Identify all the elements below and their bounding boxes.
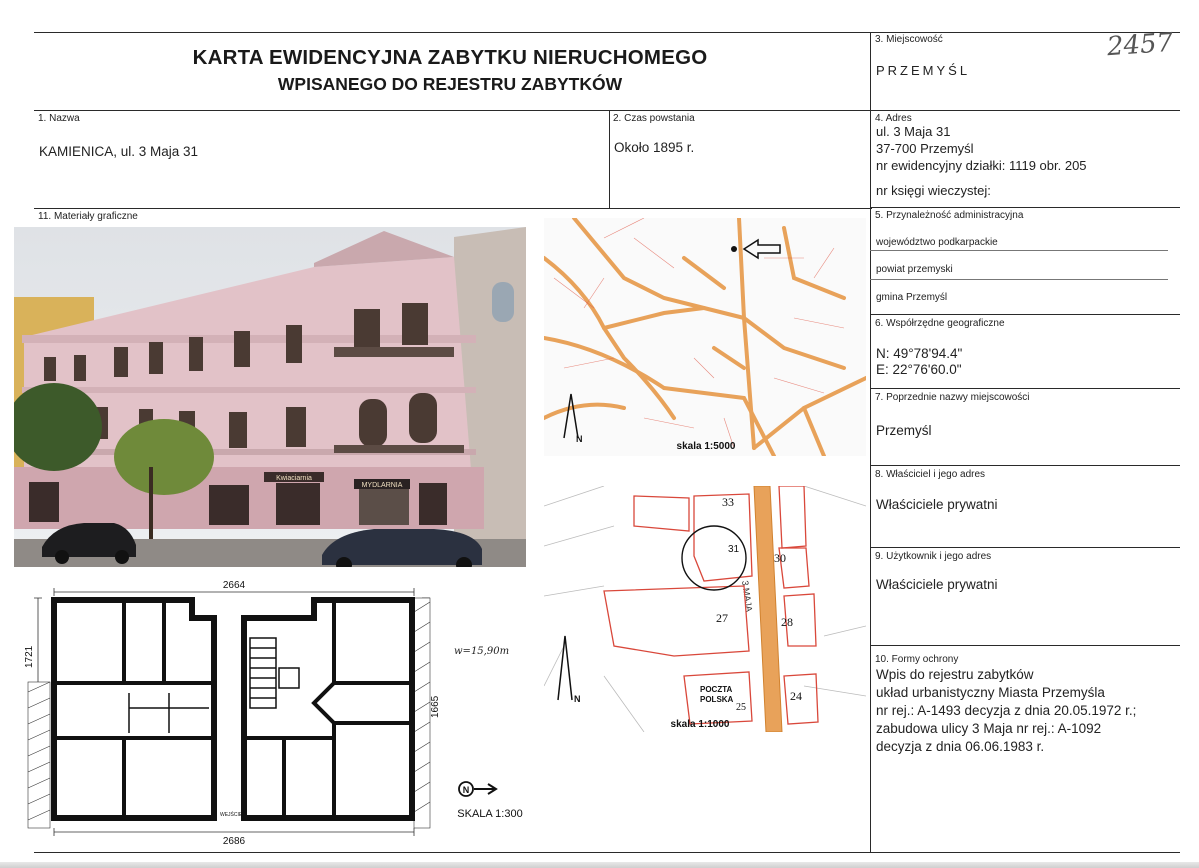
rule-field4-bottom xyxy=(870,207,1180,208)
field2-value: Około 1895 r. xyxy=(614,140,695,155)
location-map-1-5000: N skala 1:5000 xyxy=(544,218,866,456)
rule-top xyxy=(34,32,1180,33)
rule-header-bottom xyxy=(34,110,1180,111)
field6-latitude: N: 49°78'94.4" xyxy=(876,346,963,361)
plan-dimension-top: 2664 xyxy=(223,580,246,591)
street-network-map: N skala 1:5000 xyxy=(544,218,866,456)
parcel-number-25: 25 xyxy=(736,702,746,713)
rule-field10-bottom xyxy=(870,852,1180,853)
rule-field1-2 xyxy=(609,110,610,208)
field1-value: KAMIENICA, ul. 3 Maja 31 xyxy=(39,144,199,159)
shop-sign-kwiaciarnia: Kwiaciarnia xyxy=(276,475,312,482)
parcel-number-31: 31 xyxy=(728,544,740,555)
rule-field7-bottom xyxy=(870,465,1180,466)
shop-sign-mydlarnia: MYDLARNIA xyxy=(362,482,403,489)
floor-plan: 2664 2686 1721 1665 WEJŚCIE w=15,90m N S… xyxy=(14,578,534,848)
field7-value: Przemyśl xyxy=(876,423,932,438)
floor-plan-drawing: 2664 2686 1721 1665 WEJŚCIE w=15,90m N S… xyxy=(24,580,523,847)
location-arrow-icon xyxy=(742,238,781,260)
field10-line2: układ urbanistyczny Miasta Przemyśla xyxy=(876,685,1105,700)
plan-area-note: w=15,90m xyxy=(454,646,509,657)
north-arrow-icon xyxy=(474,783,498,795)
plan-dimension-left: 1721 xyxy=(24,645,35,668)
field1-label: 1. Nazwa xyxy=(38,113,80,124)
field7-label: 7. Poprzednie nazwy miejscowości xyxy=(875,392,1030,403)
post-office-label-2: POLSKA xyxy=(700,695,734,704)
rule-bottom xyxy=(34,852,872,853)
field8-value: Właściciele prywatni xyxy=(876,497,998,512)
field8-label: 8. Właściciel i jego adres xyxy=(875,469,986,480)
field5-line2: powiat przemyski xyxy=(876,264,953,275)
map2-north-label: N xyxy=(574,694,581,704)
post-office-label-1: POCZTA xyxy=(700,685,733,694)
field11-label: 11. Materiały graficzne xyxy=(38,211,138,222)
field10-line4: zabudowa ulicy 3 Maja nr rej.: A-1092 xyxy=(876,721,1102,736)
rule-field5-sub2 xyxy=(870,279,1168,280)
field5-line1: województwo podkarpackie xyxy=(876,237,998,248)
rule-row1-bottom xyxy=(34,208,872,209)
rule-field9-bottom xyxy=(870,645,1180,646)
field6-longitude: E: 22°76'60.0" xyxy=(876,362,962,377)
plan-dimension-bottom: 2686 xyxy=(223,836,246,847)
scan-bottom-edge xyxy=(0,862,1199,868)
card-title: KARTA EWIDENCYJNA ZABYTKU NIERUCHOMEGO xyxy=(192,46,708,69)
field10-label: 10. Formy ochrony xyxy=(875,654,959,665)
map1-north-label: N xyxy=(576,434,583,444)
field4-line2: 37-700 Przemyśl xyxy=(876,141,974,156)
field6-label: 6. Współrzędne geograficzne xyxy=(875,318,1005,329)
parcel-number-24: 24 xyxy=(790,689,802,703)
field4-label: 4. Adres xyxy=(875,113,912,124)
plan-scale: SKALA 1:300 xyxy=(457,808,522,820)
plan-entrance-label: WEJŚCIE xyxy=(220,810,243,818)
field10-line5: decyzja z dnia 06.06.1983 r. xyxy=(876,739,1045,754)
parcel-number-27: 27 xyxy=(716,611,728,625)
building-photo-illustration: Kwiaciarnia MYDLARNIA xyxy=(14,227,526,567)
parcel-map: 3 MAJA 33 31 30 27 28 24 25 POCZTA POLSK… xyxy=(544,486,866,732)
building-photo: Kwiaciarnia MYDLARNIA xyxy=(14,227,526,567)
parcel-number-30: 30 xyxy=(774,551,786,565)
field4-line1: ul. 3 Maja 31 xyxy=(876,124,951,139)
field2-label: 2. Czas powstania xyxy=(613,113,695,124)
rule-field6-bottom xyxy=(870,388,1180,389)
field9-label: 9. Użytkownik i jego adres xyxy=(875,551,992,562)
field3-label: 3. Miejscowość xyxy=(875,34,943,45)
rule-field8-bottom xyxy=(870,547,1180,548)
field5-line3: gmina Przemyśl xyxy=(876,292,948,303)
parcel-number-28: 28 xyxy=(781,615,793,629)
cadastral-map-1-1000: 3 MAJA 33 31 30 27 28 24 25 POCZTA POLSK… xyxy=(544,486,866,732)
plan-dimension-right: 1665 xyxy=(430,695,441,718)
parcel-number-33: 33 xyxy=(722,495,734,509)
field9-value: Właściciele prywatni xyxy=(876,577,998,592)
rule-field5-bottom xyxy=(870,314,1180,315)
map1-scale: skala 1:5000 xyxy=(677,441,736,452)
rule-main-vertical xyxy=(870,32,871,852)
street-label-3-maja: 3 MAJA xyxy=(740,580,754,613)
field5-label: 5. Przynależność administracyjna xyxy=(875,210,1024,221)
field10-line1: Wpis do rejestru zabytków xyxy=(876,667,1034,682)
plan-north-label: N xyxy=(463,785,470,795)
handwritten-registry-number: 2457 xyxy=(1105,27,1174,63)
rule-field5-sub1 xyxy=(870,250,1168,251)
field10-line3: nr rej.: A-1493 decyzja z dnia 20.05.197… xyxy=(876,703,1137,718)
map2-scale: skala 1:1000 xyxy=(671,719,730,730)
card-subtitle: WPISANEGO DO REJESTRU ZABYTKÓW xyxy=(277,74,623,94)
field4-line4: nr księgi wieczystej: xyxy=(876,183,991,198)
north-arrow-icon xyxy=(557,635,573,701)
north-arrow-icon xyxy=(563,393,579,439)
field3-value: PRZEMYŚL xyxy=(876,63,971,78)
field4-line3: nr ewidencyjny działki: 1119 obr. 205 xyxy=(876,158,1087,173)
